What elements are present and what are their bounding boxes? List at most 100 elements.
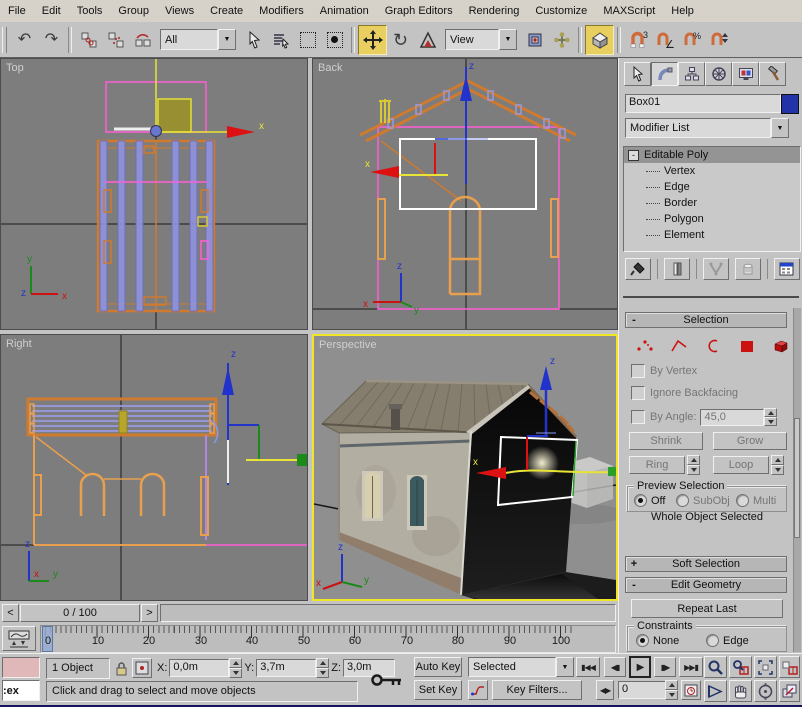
collapse-icon[interactable]: - xyxy=(628,150,639,161)
pin-stack-button[interactable] xyxy=(625,258,651,280)
ignore-backfacing-checkbox-row[interactable]: Ignore Backfacing xyxy=(631,386,738,400)
y-coord-field[interactable]: 3,7m xyxy=(256,659,316,677)
redo-button[interactable]: ↷ xyxy=(38,26,65,54)
percent-snap-toggle[interactable]: % xyxy=(678,26,705,54)
ring-button[interactable]: Ring xyxy=(629,456,685,474)
time-slider-track[interactable] xyxy=(160,604,616,622)
grow-button[interactable]: Grow xyxy=(713,432,787,450)
preview-multi-radio-row[interactable]: Multi xyxy=(736,494,776,507)
selection-lock-toggle[interactable] xyxy=(110,661,132,676)
viewport-top-label[interactable]: Top xyxy=(6,62,24,74)
menu-animation[interactable]: Animation xyxy=(312,1,377,22)
viewport-right-label[interactable]: Right xyxy=(6,338,32,350)
y-coord-spinner[interactable] xyxy=(316,658,329,678)
preview-off-radio[interactable] xyxy=(634,494,647,507)
vertex-mode-button[interactable] xyxy=(633,336,657,356)
set-key-button[interactable]: Set Key xyxy=(414,680,462,700)
menu-modifiers[interactable]: Modifiers xyxy=(251,1,312,22)
current-frame-field[interactable]: 0 xyxy=(618,681,668,699)
remove-modifier-button[interactable] xyxy=(735,258,761,280)
gizmo-center[interactable] xyxy=(151,126,162,137)
menu-views[interactable]: Views xyxy=(157,1,202,22)
by-angle-row[interactable]: By Angle: 45,0 xyxy=(631,408,777,426)
snaps-toggle-button[interactable]: 3 xyxy=(624,26,651,54)
select-and-link-button[interactable] xyxy=(75,26,102,54)
house-side-wireframe[interactable] xyxy=(28,399,307,545)
x-coord-field[interactable]: 0,0m xyxy=(169,659,229,677)
viewport-right[interactable]: Right xyxy=(0,334,308,601)
go-to-start-button[interactable]: ▮◀◀ xyxy=(576,657,600,677)
viewport-back-label[interactable]: Back xyxy=(318,62,342,74)
keyboard-override-toggle[interactable] xyxy=(585,25,614,55)
arc-rotate-button[interactable] xyxy=(754,680,777,702)
mini-curve-editor-button[interactable] xyxy=(2,626,36,651)
previous-frame-button[interactable]: ◀▮ xyxy=(604,657,626,677)
stack-item-edge[interactable]: Edge xyxy=(624,179,800,195)
bind-to-space-warp-button[interactable] xyxy=(129,26,156,54)
time-slider-right-button[interactable]: > xyxy=(141,604,158,622)
reference-coordsys-dropdown[interactable]: View ▼ xyxy=(445,29,517,50)
by-vertex-checkbox[interactable] xyxy=(631,364,645,378)
ring-spinner[interactable] xyxy=(687,455,700,475)
viewport-perspective[interactable]: Perspective xyxy=(312,334,618,601)
chevron-down-icon[interactable]: ▼ xyxy=(499,29,517,50)
house-wireframe[interactable] xyxy=(360,81,576,309)
menu-file[interactable]: File xyxy=(0,1,34,22)
menu-rendering[interactable]: Rendering xyxy=(461,1,528,22)
constraint-none-radio[interactable] xyxy=(636,634,649,647)
by-angle-spinner[interactable] xyxy=(764,408,777,426)
constraint-none-radio-row[interactable]: None xyxy=(636,634,679,647)
edge-mode-button[interactable] xyxy=(667,336,691,356)
viewport-top[interactable]: Top x xyxy=(0,58,308,330)
chevron-down-icon[interactable]: ▼ xyxy=(771,118,789,138)
stack-item-vertex[interactable]: Vertex xyxy=(624,163,800,179)
loop-spinner[interactable] xyxy=(771,455,784,475)
chevron-down-icon[interactable]: ▼ xyxy=(556,657,574,677)
min-max-toggle-button[interactable] xyxy=(779,680,800,702)
set-keys-button[interactable] xyxy=(364,659,410,701)
tab-motion[interactable] xyxy=(705,62,732,86)
scrollbar-thumb[interactable] xyxy=(794,418,800,538)
time-slider-left-button[interactable]: < xyxy=(2,604,19,622)
polygon-mode-button[interactable] xyxy=(735,336,759,356)
menu-maxscript[interactable]: MAXScript xyxy=(595,1,663,22)
viewport-back[interactable]: Back xyxy=(312,58,618,330)
zoom-extents-all-button[interactable] xyxy=(779,656,800,678)
auto-key-button[interactable]: Auto Key xyxy=(414,657,462,677)
pan-button[interactable] xyxy=(729,680,752,702)
select-and-rotate-button[interactable]: ↻ xyxy=(387,26,414,54)
tab-hierarchy[interactable] xyxy=(678,62,705,86)
zoom-button[interactable] xyxy=(704,656,727,678)
key-mode-toggle[interactable]: ◀▶ xyxy=(596,680,614,700)
rectangular-selection-region-button[interactable] xyxy=(294,26,321,54)
border-mode-button[interactable] xyxy=(701,336,725,356)
ignore-backfacing-checkbox[interactable] xyxy=(631,386,645,400)
absolute-offset-toggle[interactable] xyxy=(132,658,152,678)
preview-multi-radio[interactable] xyxy=(736,494,749,507)
toolbar-grip[interactable] xyxy=(2,27,7,53)
by-vertex-checkbox-row[interactable]: By Vertex xyxy=(631,364,697,378)
default-in-out-tangents-button[interactable] xyxy=(468,680,488,700)
selection-filter-dropdown[interactable]: All ▼ xyxy=(160,29,236,50)
gizmo-x-arrow[interactable] xyxy=(227,126,255,138)
repeat-last-button[interactable]: Repeat Last xyxy=(631,599,783,618)
menu-group[interactable]: Group xyxy=(110,1,157,22)
go-to-end-button[interactable]: ▶▶▮ xyxy=(679,657,703,677)
menu-create[interactable]: Create xyxy=(202,1,251,22)
menu-tools[interactable]: Tools xyxy=(69,1,111,22)
timeline-ruler[interactable]: 0 10 20 30 40 50 60 70 80 90 100 xyxy=(40,625,616,653)
by-angle-checkbox[interactable] xyxy=(631,410,645,424)
loop-button[interactable]: Loop xyxy=(713,456,769,474)
window-crossing-button[interactable] xyxy=(321,26,348,54)
preview-subobj-radio-row[interactable]: SubObj xyxy=(676,494,730,507)
selection-set-dropdown[interactable]: Selected ▼ xyxy=(468,657,574,677)
stack-item-editable-poly[interactable]: - Editable Poly xyxy=(624,147,800,163)
selection-rollout-header[interactable]: - Selection xyxy=(625,312,787,328)
select-object-button[interactable] xyxy=(240,26,267,54)
tab-display[interactable] xyxy=(732,62,759,86)
modifier-list-dropdown[interactable]: Modifier List ▼ xyxy=(625,118,789,138)
show-end-result-button[interactable] xyxy=(664,258,690,280)
x-coord-spinner[interactable] xyxy=(229,658,242,678)
panel-scrollbar[interactable] xyxy=(793,308,801,652)
zoom-extents-button[interactable] xyxy=(754,656,777,678)
